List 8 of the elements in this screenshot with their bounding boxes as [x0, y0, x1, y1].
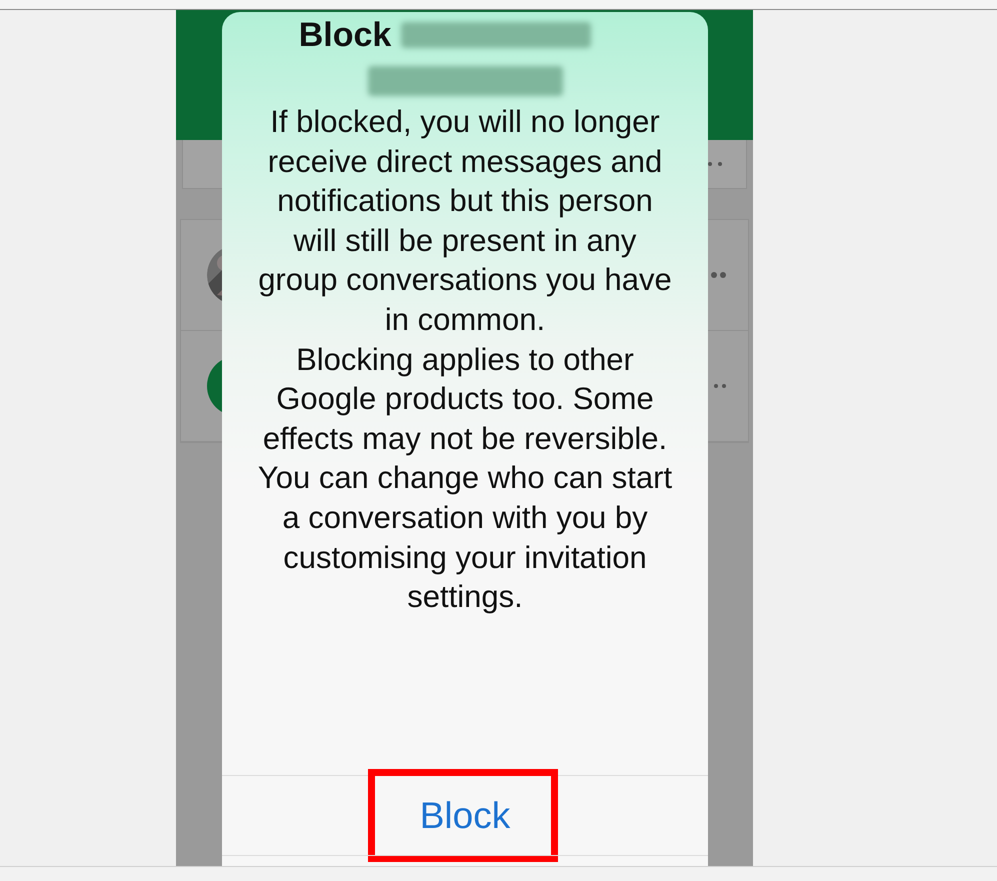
more-icon — [708, 162, 722, 166]
more-icon — [711, 272, 726, 278]
dialog-message: Blocking applies to other Google products too. Some effects may not be reversible. — [262, 340, 668, 458]
dialog-message: If blocked, you will no longer receive direct messages and notifications but this person will still be present in any group conversations you have in common. — [257, 103, 673, 339]
dialog-message: You can change who can start a conversation with you by customising your invitation settings. — [256, 459, 674, 616]
block-button[interactable]: Block — [396, 786, 534, 844]
more-icon — [714, 384, 726, 388]
dialog-title: Block — [298, 16, 392, 54]
